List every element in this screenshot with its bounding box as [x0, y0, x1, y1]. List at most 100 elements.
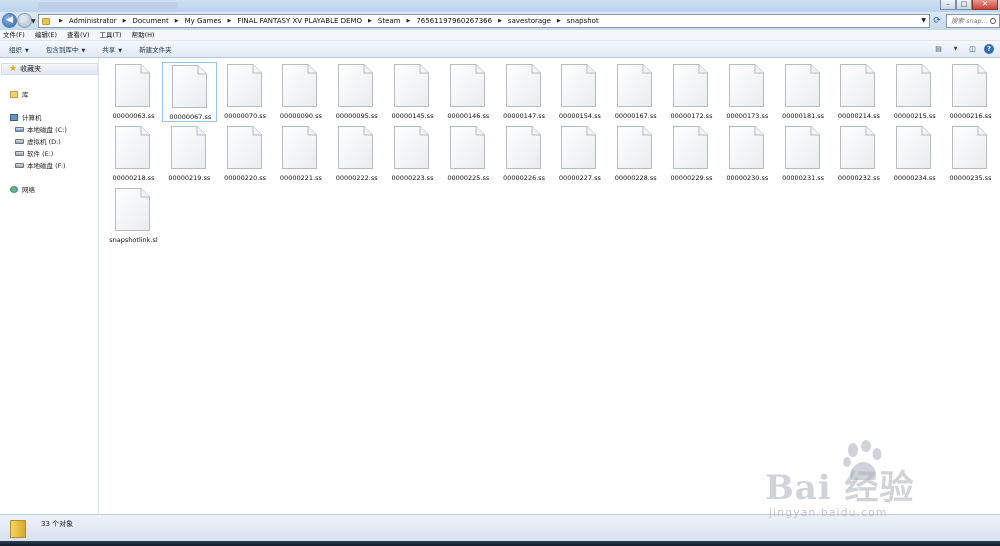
file-item[interactable]: 00000220.ss — [218, 124, 273, 184]
minimize-button[interactable]: – — [940, 0, 956, 10]
breadcrumb-item[interactable]: FINAL FANTASY XV PLAYABLE DEMO — [237, 17, 362, 25]
share-button[interactable]: 共享 ▼ — [102, 44, 122, 54]
breadcrumb-separator-icon[interactable]: ▶ — [175, 18, 179, 24]
file-item[interactable]: 00000235.ss — [943, 124, 998, 184]
breadcrumb-item[interactable]: Steam — [378, 17, 401, 25]
file-icon — [115, 188, 150, 231]
file-item[interactable]: 00000173.ss — [720, 62, 775, 122]
file-item[interactable]: 00000218.ss — [106, 124, 161, 184]
forward-button[interactable]: ▶ — [17, 13, 32, 28]
file-icon — [561, 64, 597, 107]
file-item[interactable]: 00000067.ss — [161, 62, 217, 122]
file-name: 00000173.ss — [726, 112, 769, 120]
nav-favorites[interactable]: ★ 收藏夹 — [1, 63, 98, 75]
file-name: 00000154.ss — [558, 112, 601, 120]
file-icon — [338, 64, 374, 107]
breadcrumb-item[interactable]: Administrator — [69, 17, 117, 25]
menu-item[interactable]: 工具(T) — [100, 30, 122, 40]
breadcrumb-separator-icon[interactable]: ▶ — [368, 18, 372, 24]
menu-item[interactable]: 文件(F) — [3, 30, 25, 40]
new-folder-button[interactable]: 新建文件夹 — [139, 44, 172, 54]
file-item[interactable]: 00000147.ss — [497, 62, 552, 122]
close-button[interactable]: ✕ — [972, 0, 998, 10]
nav-drive-label: 虚拟机 (D:) — [27, 138, 61, 146]
file-item[interactable]: 00000226.ss — [497, 124, 552, 184]
menu-item[interactable]: 查看(V) — [67, 30, 90, 40]
item-count: 33 个对象 — [41, 520, 74, 528]
file-item[interactable]: 00000225.ss — [441, 124, 496, 184]
file-item[interactable]: 00000172.ss — [664, 62, 719, 122]
file-name: 00000234.ss — [893, 174, 936, 182]
breadcrumb-item[interactable]: snapshot — [567, 17, 599, 25]
preview-pane-icon[interactable]: ◫ — [967, 44, 978, 54]
breadcrumb-separator-icon[interactable]: ▶ — [557, 18, 561, 24]
file-item[interactable]: 00000154.ss — [552, 62, 607, 122]
file-name: 00000229.ss — [670, 174, 713, 182]
breadcrumb-item[interactable]: 76561197960267366 — [416, 17, 492, 25]
file-item[interactable]: 00000215.ss — [887, 62, 942, 122]
file-item[interactable]: 00000227.ss — [552, 124, 607, 184]
file-item[interactable]: 00000090.ss — [273, 62, 328, 122]
file-icon — [115, 126, 150, 169]
file-icon — [840, 64, 876, 107]
breadcrumb-separator-icon[interactable]: ▶ — [227, 18, 231, 24]
file-item[interactable]: 00000063.ss — [106, 62, 161, 122]
breadcrumb-separator-icon[interactable]: ▶ — [59, 18, 63, 24]
breadcrumb-item[interactable]: Document — [132, 17, 168, 25]
help-icon[interactable]: ? — [984, 44, 994, 54]
search-input[interactable] — [951, 17, 989, 25]
file-item[interactable]: 00000146.ss — [441, 62, 496, 122]
menu-item[interactable]: 编辑(E) — [35, 30, 57, 40]
back-button[interactable]: ◀ — [2, 13, 17, 28]
breadcrumb-item[interactable]: savestorage — [508, 17, 551, 25]
nav-libraries[interactable]: 库 — [10, 89, 29, 99]
file-item[interactable]: 00000234.ss — [887, 124, 942, 184]
nav-network[interactable]: 网络 — [10, 184, 35, 194]
window-title-bar: – □ ✕ — [0, 0, 1000, 12]
file-item[interactable]: 00000232.ss — [831, 124, 886, 184]
file-item[interactable]: 00000228.ss — [608, 124, 663, 184]
include-in-library-button[interactable]: 包含到库中 ▼ — [46, 44, 85, 54]
search-box[interactable] — [946, 14, 1000, 28]
file-icon — [673, 126, 708, 169]
nav-drive-f[interactable]: 本地磁盘 (F:) — [15, 160, 66, 170]
menu-item[interactable]: 帮助(H) — [132, 30, 155, 40]
file-item[interactable]: 00000230.ss — [720, 124, 775, 184]
file-item[interactable]: 00000095.ss — [329, 62, 384, 122]
file-item[interactable]: 00000229.ss — [664, 124, 719, 184]
file-item[interactable]: snapshotlink.sl — [106, 186, 161, 246]
nav-drive-d[interactable]: 虚拟机 (D:) — [15, 136, 61, 146]
maximize-button[interactable]: □ — [956, 0, 972, 10]
breadcrumb-separator-icon[interactable]: ▶ — [406, 18, 410, 24]
refresh-icon[interactable]: ⟳ — [931, 14, 943, 28]
file-item[interactable]: 00000167.ss — [608, 62, 663, 122]
breadcrumb-separator-icon[interactable]: ▶ — [498, 18, 502, 24]
file-item[interactable]: 00000216.ss — [943, 62, 998, 122]
search-icon[interactable] — [990, 18, 996, 24]
organize-button[interactable]: 组织 ▼ — [9, 44, 29, 54]
nav-drive-label: 本地磁盘 (F:) — [27, 162, 66, 170]
file-item[interactable]: 00000223.ss — [385, 124, 440, 184]
file-item[interactable]: 00000222.ss — [329, 124, 384, 184]
recent-pages-dropdown[interactable]: ▼ — [31, 18, 36, 25]
breadcrumb-item[interactable]: My Games — [185, 17, 222, 25]
file-item[interactable]: 00000221.ss — [273, 124, 328, 184]
nav-computer[interactable]: 计算机 — [10, 112, 42, 122]
nav-libraries-label: 库 — [22, 91, 29, 99]
file-icon — [952, 64, 987, 107]
file-item[interactable]: 00000070.ss — [218, 62, 273, 122]
address-dropdown-icon[interactable]: ▼ — [921, 17, 926, 24]
address-bar[interactable]: ▶ Administrator ▶ Document ▶ My Games ▶ FINAL F… — [38, 14, 930, 28]
breadcrumb-separator-icon[interactable]: ▶ — [123, 18, 127, 24]
nav-drive-c[interactable]: 本地磁盘 (C:) — [15, 124, 67, 134]
file-item[interactable]: 00000181.ss — [776, 62, 831, 122]
view-options-dropdown-icon[interactable]: ▼ — [950, 44, 961, 54]
file-item[interactable]: 00000219.ss — [162, 124, 217, 184]
file-item[interactable]: 00000214.ss — [831, 62, 886, 122]
file-item[interactable]: 00000231.ss — [776, 124, 831, 184]
file-item[interactable]: 00000145.ss — [385, 62, 440, 122]
nav-drive-e[interactable]: 软件 (E:) — [15, 148, 53, 158]
file-name: 00000181.ss — [782, 112, 825, 120]
file-name: 00000063.ss — [112, 112, 155, 120]
change-view-icon[interactable]: ▤ — [933, 44, 944, 54]
